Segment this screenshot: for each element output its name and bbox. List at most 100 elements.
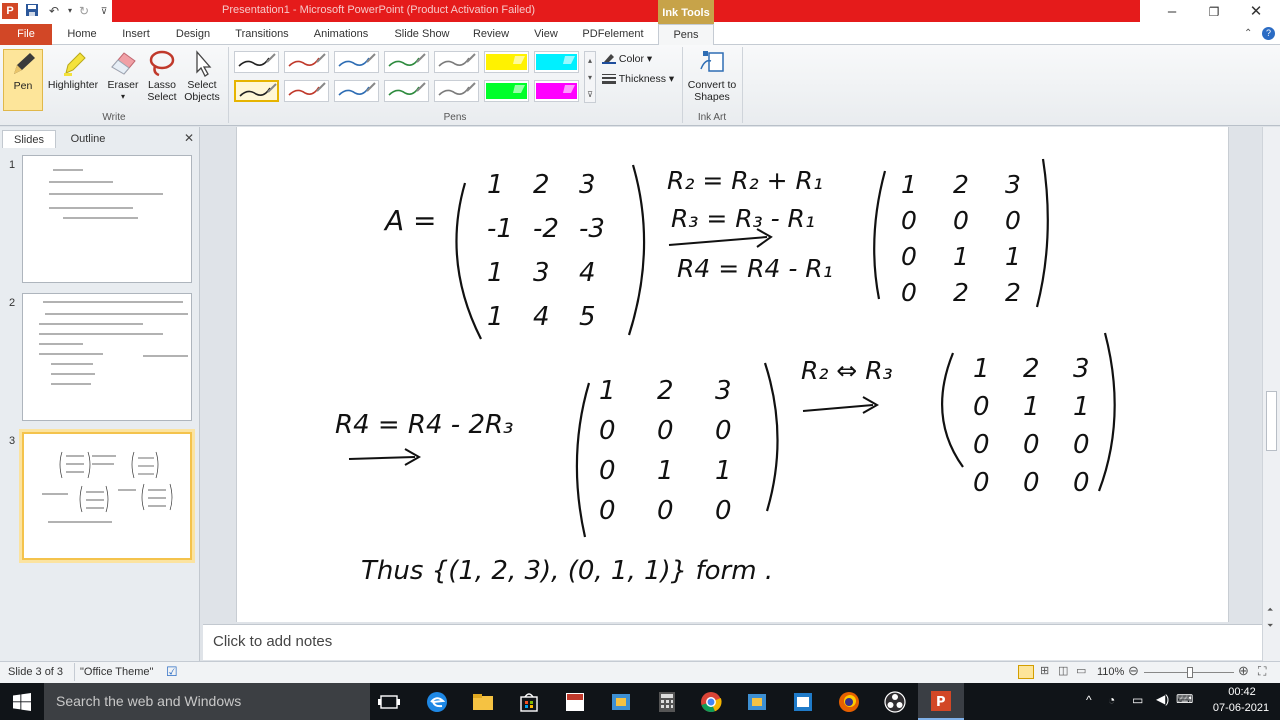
app-icon-1[interactable] xyxy=(562,689,588,715)
windows-taskbar: Search the web and Windows P ^ ◔ ▭ ◀) ⌨ … xyxy=(0,683,1280,720)
pen-style-swatch[interactable] xyxy=(534,51,579,73)
scrollbar-thumb[interactable] xyxy=(1266,391,1277,451)
reading-view-icon[interactable]: ◫ xyxy=(1058,664,1068,677)
matrix-entry: 0 xyxy=(715,416,732,446)
taskbar-search-box[interactable]: Search the web and Windows xyxy=(44,683,370,720)
tab-review[interactable]: Review xyxy=(466,24,516,45)
pen-style-swatch[interactable] xyxy=(534,80,579,102)
pen-style-swatch[interactable] xyxy=(334,51,379,73)
select-objects-button[interactable]: Select Objects xyxy=(182,49,222,103)
calculator-icon[interactable] xyxy=(654,689,680,715)
slide-sorter-icon[interactable]: ⊞ xyxy=(1040,664,1049,677)
redo-icon[interactable]: ↻ xyxy=(76,3,92,19)
file-explorer-icon[interactable] xyxy=(470,689,496,715)
customize-qat-icon[interactable]: ⊽ xyxy=(96,3,112,19)
row-operation-5: R₂ ⇔ R₃ xyxy=(801,356,893,385)
matrix-entry: -1 xyxy=(487,214,513,244)
slide-thumbnail-2[interactable] xyxy=(22,293,192,421)
restore-button[interactable]: ❐ xyxy=(1194,2,1234,22)
windows-start-icon[interactable] xyxy=(13,693,31,711)
pen-style-swatch[interactable] xyxy=(284,80,329,102)
zoom-out-icon[interactable]: ⊖ xyxy=(1128,663,1139,679)
pens-gallery-scroll[interactable]: ▴ ▾ ⊽ xyxy=(584,51,596,103)
show-hidden-icons[interactable]: ^ xyxy=(1086,693,1092,707)
matrix-entry: 1 xyxy=(487,302,504,332)
pen-button[interactable]: Pen xyxy=(3,49,43,111)
tab-file[interactable]: File xyxy=(0,24,52,45)
tab-animations[interactable]: Animations xyxy=(306,24,376,45)
task-view-icon[interactable] xyxy=(376,689,402,715)
pen-style-swatch[interactable] xyxy=(284,51,329,73)
edge-browser-icon[interactable] xyxy=(424,689,450,715)
firefox-icon[interactable] xyxy=(836,689,862,715)
tab-pens[interactable]: Pens xyxy=(658,24,714,46)
slide-3-preview xyxy=(42,451,173,523)
slide-thumbnail-1[interactable] xyxy=(22,155,192,283)
slide-thumbnail-3[interactable] xyxy=(19,429,195,563)
highlighter-button[interactable]: Highlighter xyxy=(45,49,101,91)
notes-pane[interactable]: Click to add notes xyxy=(203,624,1262,660)
slide-canvas[interactable]: A = 1 2 3 -1 -2 -3 1 3 4 1 4 5 R₂ = R₂ + R₁ R₃ = R₃… xyxy=(236,127,1229,622)
collapse-ribbon-icon[interactable]: ⌃ xyxy=(1244,28,1252,39)
eraser-dropdown-icon: ▾ xyxy=(120,92,125,101)
tab-transitions[interactable]: Transitions xyxy=(228,24,296,45)
color-dropdown[interactable]: Color ▾ xyxy=(602,52,652,65)
app-icon-4[interactable] xyxy=(790,689,816,715)
pen-style-swatch[interactable] xyxy=(234,80,279,102)
tab-slide-show[interactable]: Slide Show xyxy=(388,24,456,45)
pen-style-swatch[interactable] xyxy=(384,80,429,102)
app-icon-2[interactable] xyxy=(608,689,634,715)
store-icon[interactable] xyxy=(516,689,542,715)
next-slide-icon[interactable]: ⏷ xyxy=(1267,621,1273,631)
matrix-entry: 0 xyxy=(599,416,616,446)
pen-style-swatch[interactable] xyxy=(434,80,479,102)
chrome-icon[interactable] xyxy=(698,689,724,715)
pen-style-swatch[interactable] xyxy=(484,80,529,102)
left-bracket xyxy=(455,182,482,340)
previous-slide-icon[interactable]: ⏶ xyxy=(1267,605,1273,615)
help-icon[interactable]: ? xyxy=(1262,27,1275,40)
pen-style-swatch[interactable] xyxy=(434,51,479,73)
keyboard-icon[interactable]: ⌨ xyxy=(1176,692,1193,706)
network-icon[interactable]: ◔ xyxy=(1108,693,1115,707)
minimize-button[interactable]: – xyxy=(1152,2,1192,22)
tab-home[interactable]: Home xyxy=(58,24,106,45)
row-operation-3: R4 = R4 - R₁ xyxy=(677,254,833,283)
fit-to-window-icon[interactable]: ⛶ xyxy=(1258,664,1266,679)
normal-view-icon[interactable] xyxy=(1018,665,1034,679)
clock-date[interactable]: 07-06-2021 xyxy=(1206,702,1276,714)
thickness-dropdown[interactable]: Thickness ▾ xyxy=(602,72,674,85)
eraser-button[interactable]: Eraser ▾ xyxy=(104,49,142,103)
zoom-level[interactable]: 110% xyxy=(1097,666,1124,678)
save-icon[interactable] xyxy=(24,3,40,19)
tab-slides[interactable]: Slides xyxy=(2,130,56,148)
spell-check-icon[interactable]: ☑ xyxy=(166,664,178,680)
obs-icon[interactable] xyxy=(882,689,908,715)
powerpoint-app-icon[interactable]: P xyxy=(2,3,18,19)
pen-style-swatch[interactable] xyxy=(234,51,279,73)
tab-insert[interactable]: Insert xyxy=(112,24,160,45)
pen-style-swatch[interactable] xyxy=(334,80,379,102)
powerpoint-taskbar-button[interactable]: P xyxy=(918,683,964,720)
slide-show-icon[interactable]: ▭ xyxy=(1076,664,1086,677)
pen-style-swatch[interactable] xyxy=(484,51,529,73)
zoom-slider-thumb[interactable] xyxy=(1187,667,1193,678)
close-panel-icon[interactable]: ✕ xyxy=(184,131,194,145)
undo-icon[interactable]: ↶ xyxy=(46,3,62,19)
clock-time[interactable]: 00:42 xyxy=(1220,686,1264,698)
convert-to-shapes-button[interactable]: Convert to Shapes xyxy=(684,49,740,103)
app-icon-3[interactable] xyxy=(744,689,770,715)
tab-outline[interactable]: Outline xyxy=(58,130,118,148)
volume-icon[interactable]: ◀) xyxy=(1156,692,1169,706)
ribbon-separator xyxy=(228,47,229,123)
matrix-b: 1 2 3 0 0 0 0 1 1 0 2 2 xyxy=(901,170,1021,307)
tab-pdfelement[interactable]: PDFelement xyxy=(578,24,648,45)
vertical-scrollbar[interactable]: ⏶ ⏷ xyxy=(1262,127,1280,661)
close-button[interactable]: ✕ xyxy=(1236,2,1276,22)
pen-style-swatch[interactable] xyxy=(384,51,429,73)
lasso-select-button[interactable]: Lasso Select xyxy=(144,49,180,103)
tab-design[interactable]: Design xyxy=(168,24,218,45)
battery-icon[interactable]: ▭ xyxy=(1132,693,1143,707)
tab-view[interactable]: View xyxy=(524,24,568,45)
zoom-in-icon[interactable]: ⊕ xyxy=(1238,663,1249,679)
